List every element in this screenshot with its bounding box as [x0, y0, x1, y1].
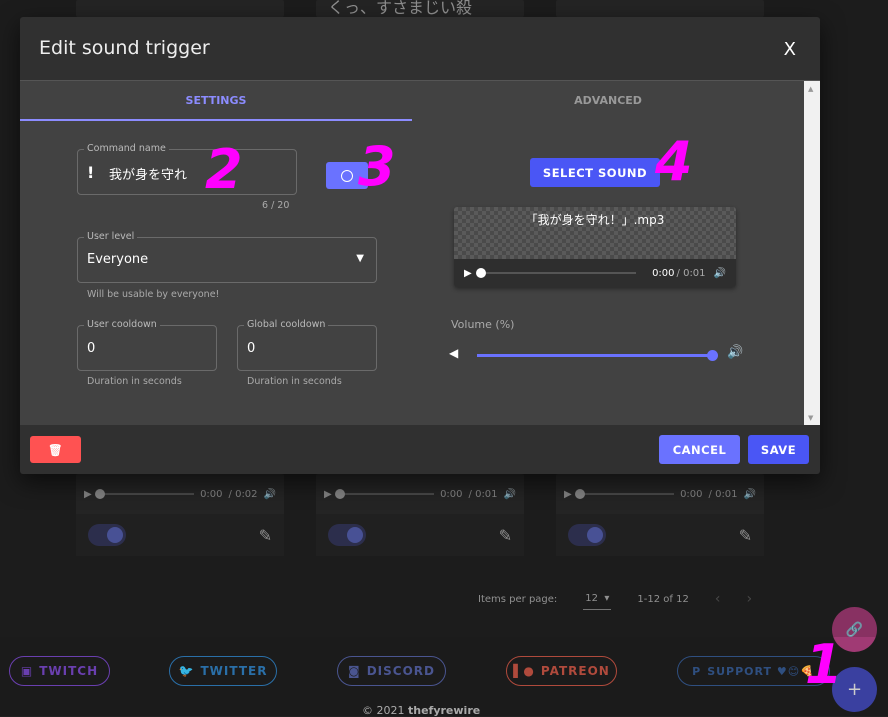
tab-advanced[interactable]: ADVANCED: [412, 81, 804, 121]
delete-button[interactable]: 🗑: [30, 436, 81, 463]
link-label: DISCORD: [366, 664, 435, 678]
global-cooldown-hint: Duration in seconds: [247, 376, 342, 387]
trash-icon: 🗑: [47, 442, 64, 457]
select-sound-button[interactable]: SELECT SOUND: [530, 158, 660, 187]
duration: / 0:01: [676, 267, 706, 279]
tab-settings[interactable]: SETTINGS: [20, 81, 412, 121]
char-counter: 6 / 20: [262, 200, 290, 211]
volume-high-icon: 🔊: [727, 345, 744, 360]
global-cooldown-value: 0: [247, 341, 256, 356]
patreon-link[interactable]: ▌● PATREON: [506, 656, 617, 686]
volume-icon[interactable]: 🔊: [714, 268, 726, 279]
twitch-icon: ▣: [20, 664, 34, 678]
user-cooldown-input[interactable]: User cooldown 0: [77, 319, 217, 371]
paypal-icon: P: [692, 664, 702, 678]
twitter-icon: 🐦: [178, 664, 195, 678]
field-label: Global cooldown: [244, 319, 329, 330]
scrollbar[interactable]: ▲ ▼: [804, 81, 820, 425]
volume-low-icon: ◀: [449, 346, 459, 360]
cancel-button[interactable]: CANCEL: [659, 435, 740, 464]
command-name-value: 我が身を守れ: [109, 168, 188, 183]
save-button[interactable]: SAVE: [748, 435, 809, 464]
volume-label: Volume (%): [451, 318, 515, 331]
seek-bar[interactable]: [475, 268, 637, 278]
dropdown-arrow-icon: ▼: [356, 253, 364, 264]
field-label: User level: [84, 231, 138, 242]
annotation-4: 4: [655, 130, 693, 193]
edit-sound-trigger-dialog: Edit sound trigger X SETTINGS ADVANCED ▲…: [20, 17, 820, 474]
command-prefix: !: [87, 163, 95, 182]
user-cooldown-value: 0: [87, 341, 96, 356]
command-name-input[interactable]: Command name ! 我が身を守れ: [77, 143, 297, 195]
user-cooldown-hint: Duration in seconds: [87, 376, 182, 387]
field-label: User cooldown: [84, 319, 160, 330]
tab-bar: SETTINGS ADVANCED: [20, 81, 804, 121]
link-label: SUPPORT ♥😊🍕: [707, 664, 815, 678]
annotation-2: 2: [205, 138, 243, 201]
current-time: 0:00: [652, 267, 675, 279]
dialog-body: SETTINGS ADVANCED ▲ ▼ Command name ! 我が身を…: [20, 80, 820, 425]
user-level-select[interactable]: User level Everyone ▼: [77, 231, 377, 283]
user-level-value: Everyone: [87, 252, 149, 267]
link-label: TWITTER: [200, 664, 268, 678]
link-label: PATREON: [540, 664, 610, 678]
plus-icon: +: [846, 679, 863, 700]
dialog-title: Edit sound trigger: [39, 37, 210, 59]
patreon-icon: ▌●: [513, 664, 535, 678]
play-icon[interactable]: ▶: [464, 268, 472, 279]
annotation-1: 1: [805, 633, 843, 696]
author[interactable]: thefyrewire: [408, 704, 480, 717]
clock-icon: [341, 169, 353, 182]
link-label: TWITCH: [39, 664, 99, 678]
field-label: Command name: [84, 143, 169, 154]
volume-slider[interactable]: [477, 350, 718, 361]
discord-link[interactable]: ◙ DISCORD: [337, 656, 446, 686]
copyright: © 2021 thefyrewire: [362, 704, 480, 717]
annotation-3: 3: [358, 135, 396, 198]
user-level-hint: Will be usable by everyone!: [87, 289, 220, 300]
global-cooldown-input[interactable]: Global cooldown 0: [237, 319, 377, 371]
close-button[interactable]: X: [784, 39, 796, 60]
twitter-link[interactable]: 🐦 TWITTER: [169, 656, 277, 686]
audio-player: 「我が身を守れ！」.mp3 ▶ 0:00 / 0:01 🔊: [454, 207, 736, 287]
sound-filename: 「我が身を守れ！」.mp3: [454, 207, 736, 259]
twitch-link[interactable]: ▣ TWITCH: [9, 656, 110, 686]
copyright-year: © 2021: [362, 704, 405, 717]
discord-icon: ◙: [348, 664, 361, 678]
